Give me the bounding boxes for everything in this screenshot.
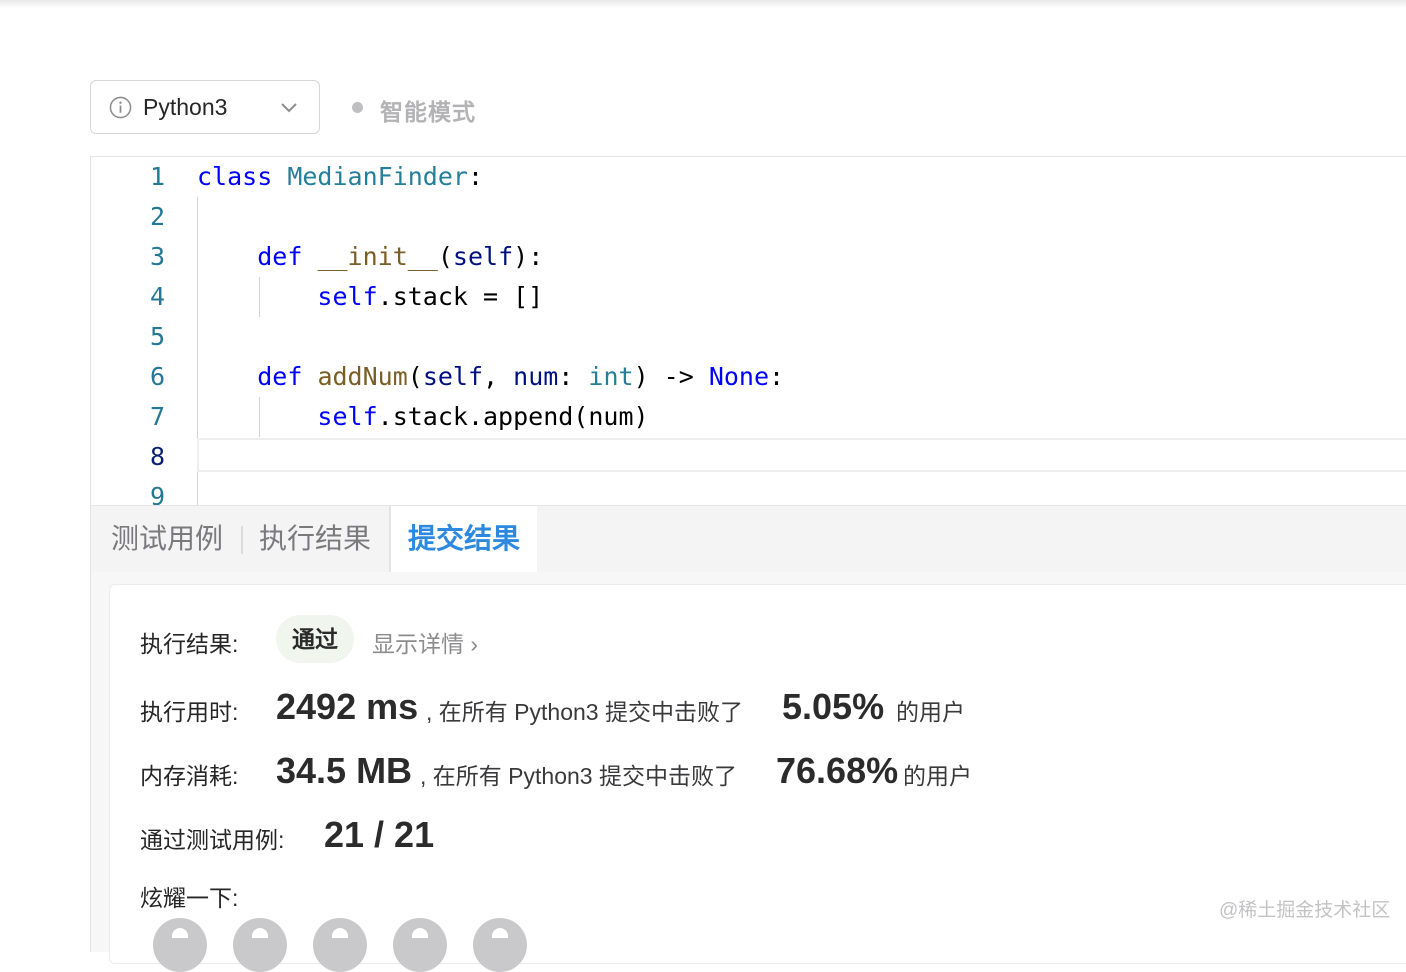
code-token: , [483, 362, 514, 391]
current-line-highlight [197, 438, 1406, 472]
code-line: self.stack = [] [197, 277, 543, 317]
watermark: @稀土掘金技术社区 [1219, 900, 1391, 921]
runtime-suffix: 的用户 [896, 699, 965, 725]
code-token: num [513, 362, 559, 391]
code-line: def addNum(self, num: int) -> None: [197, 357, 784, 397]
runtime-description: , 在所有 Python3 提交中击败了 [426, 699, 743, 725]
code-token: class [197, 162, 273, 191]
info-icon [109, 96, 132, 119]
line-number: 6 [149, 362, 165, 391]
mode-status-dot [352, 102, 363, 113]
memory-description: , 在所有 Python3 提交中击败了 [420, 763, 737, 789]
testcases-value: 21 / 21 [324, 814, 435, 855]
code-token: addNum [317, 362, 408, 391]
testcases-label: 通过测试用例: [140, 827, 285, 853]
code-token: .stack.append(num) [377, 402, 649, 431]
line-number: 8 [149, 442, 165, 471]
code-token: None [708, 362, 770, 391]
top-bar-shadow [0, 0, 1406, 8]
code-token: : [558, 362, 589, 391]
line-number: 2 [149, 202, 165, 231]
code-line: self.stack.append(num) [197, 397, 649, 437]
code-token: ): [513, 242, 544, 271]
code-token: : [769, 362, 785, 391]
code-token: self [317, 402, 378, 431]
code-token: ( [437, 242, 453, 271]
code-token: int [588, 362, 634, 391]
tab-submit-result[interactable]: 提交结果 [391, 506, 537, 572]
smart-mode-label[interactable]: 智能模式 [380, 93, 476, 127]
code-token: self [422, 362, 484, 391]
tab-run-result[interactable]: 执行结果 [259, 506, 371, 572]
weibo-icon[interactable] [233, 918, 287, 972]
status-badge: 通过 [276, 615, 354, 663]
line-number: 1 [149, 162, 165, 191]
line-number-gutter: 1 2 3 4 5 6 7 8 9 [91, 157, 197, 505]
code-token: self [452, 242, 514, 271]
line-number: 3 [149, 242, 165, 271]
share-label: 炫耀一下: [140, 885, 239, 911]
code-token: def [257, 362, 303, 391]
line-number: 5 [149, 322, 165, 351]
code-line: class MedianFinder: [197, 157, 483, 197]
memory-label: 内存消耗: [140, 763, 239, 789]
code-token: self [317, 282, 378, 311]
code-token: def [257, 242, 303, 271]
code-token: __init__ [317, 242, 438, 271]
wechat-icon[interactable] [153, 918, 207, 972]
language-select[interactable]: Python3 [90, 80, 320, 134]
line-number: 9 [149, 482, 165, 506]
memory-suffix: 的用户 [903, 763, 972, 789]
code-token: : [467, 162, 484, 191]
tab-divider [241, 526, 243, 554]
code-editor[interactable]: 1 2 3 4 5 6 7 8 9 class MedianFinder: def __init… [90, 156, 1406, 506]
runtime-label: 执行用时: [140, 699, 239, 725]
memory-value: 34.5 MB [276, 750, 413, 791]
code-line: def __init__(self): [197, 237, 543, 277]
memory-percent: 76.68% [776, 750, 899, 791]
status-label: 执行结果: [140, 631, 239, 657]
code-token: MedianFinder [287, 162, 468, 191]
douban-icon[interactable] [393, 918, 447, 972]
tab-testcase[interactable]: 测试用例 [111, 506, 223, 572]
code-token: ) -> [633, 362, 709, 391]
qq-icon[interactable] [313, 918, 367, 972]
runtime-value: 2492 ms [276, 686, 419, 727]
line-number: 4 [149, 282, 165, 311]
show-details-link[interactable]: 显示详情 › [372, 625, 478, 659]
code-token: .stack = [] [377, 282, 544, 311]
language-select-value: Python3 [143, 94, 228, 120]
runtime-percent: 5.05% [782, 686, 885, 727]
code-token: ( [407, 362, 423, 391]
share-more-icon[interactable] [473, 918, 527, 972]
chevron-down-icon [281, 103, 297, 113]
result-tabs: 测试用例 执行结果 提交结果 [90, 506, 1406, 572]
line-number: 7 [149, 402, 165, 431]
